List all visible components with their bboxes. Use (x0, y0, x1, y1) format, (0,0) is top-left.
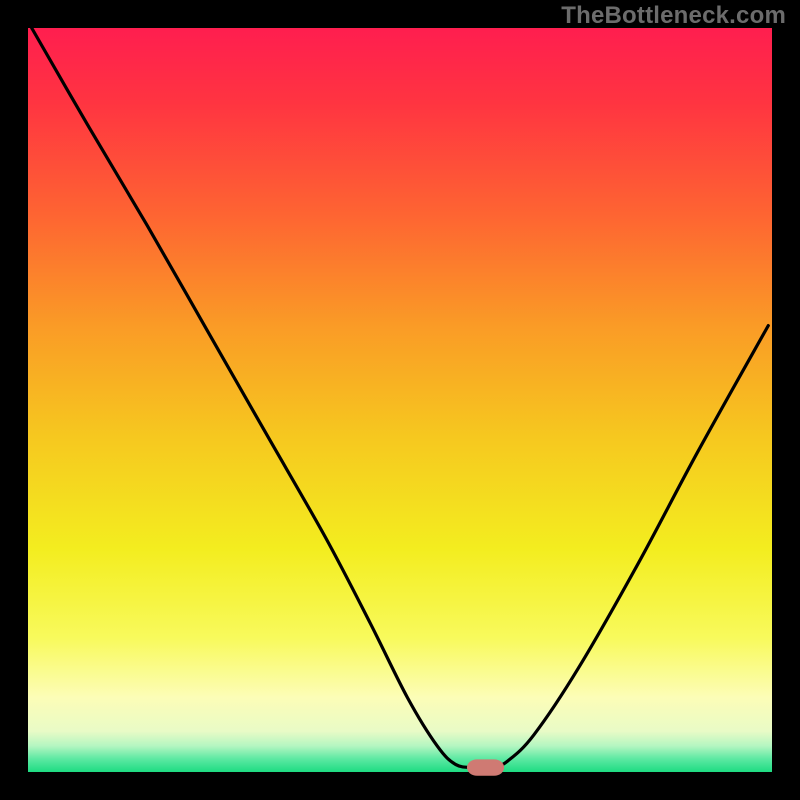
plot-background (28, 28, 772, 772)
bottleneck-marker (467, 759, 504, 775)
watermark-text: TheBottleneck.com (561, 2, 786, 30)
bottleneck-chart (0, 0, 800, 800)
